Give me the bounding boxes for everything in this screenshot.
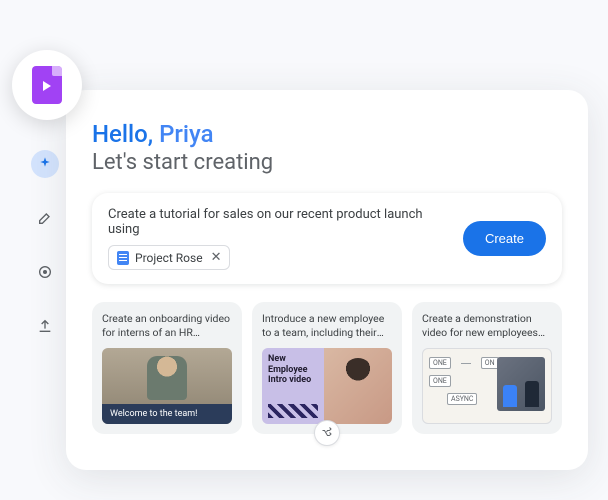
sidebar-item-spark[interactable] bbox=[31, 150, 59, 178]
sidebar bbox=[30, 150, 60, 340]
upload-icon bbox=[37, 318, 53, 334]
spark-icon bbox=[37, 156, 53, 172]
edit-icon bbox=[37, 210, 53, 226]
record-icon bbox=[37, 264, 53, 280]
attachment-chip[interactable]: Project Rose ✕ bbox=[108, 245, 230, 270]
app-logo bbox=[12, 50, 82, 120]
suggestion-card[interactable]: Create a demonstration video for new emp… bbox=[412, 302, 562, 434]
prompt-card: Create a tutorial for sales on our recen… bbox=[92, 193, 562, 284]
prompt-text[interactable]: Create a tutorial for sales on our recen… bbox=[108, 207, 451, 237]
suggestion-title: Introduce a new employee to a team, incl… bbox=[262, 312, 392, 340]
shuffle-button[interactable] bbox=[314, 420, 340, 446]
suggestion-card[interactable]: Introduce a new employee to a team, incl… bbox=[252, 302, 402, 434]
main-window: Hello, Priya Let's start creating Create… bbox=[66, 90, 588, 470]
greeting: Hello, Priya bbox=[92, 120, 562, 148]
suggestion-thumbnail: New Employee Intro video bbox=[262, 348, 392, 424]
docs-icon bbox=[117, 251, 129, 265]
sidebar-item-edit[interactable] bbox=[31, 204, 59, 232]
suggestions-row: Create an onboarding video for interns o… bbox=[92, 302, 562, 434]
chip-label: Project Rose bbox=[135, 251, 203, 265]
create-button[interactable]: Create bbox=[463, 221, 546, 256]
thumbnail-banner: Welcome to the team! bbox=[102, 404, 232, 424]
greeting-hello: Hello, bbox=[92, 120, 153, 148]
sidebar-item-record[interactable] bbox=[31, 258, 59, 286]
shuffle-icon bbox=[321, 427, 333, 439]
suggestion-thumbnail: ONEON ONE ASYNC bbox=[422, 348, 552, 424]
sidebar-item-upload[interactable] bbox=[31, 312, 59, 340]
close-icon[interactable]: ✕ bbox=[211, 250, 222, 265]
greeting-name: Priya bbox=[159, 120, 213, 148]
suggestion-title: Create an onboarding video for interns o… bbox=[102, 312, 232, 340]
greeting-subtitle: Let's start creating bbox=[92, 150, 562, 175]
suggestion-thumbnail: Welcome to the team! bbox=[102, 348, 232, 424]
suggestion-card[interactable]: Create an onboarding video for interns o… bbox=[92, 302, 242, 434]
thumbnail-text: New Employee Intro video bbox=[268, 354, 318, 385]
suggestion-title: Create a demonstration video for new emp… bbox=[422, 312, 552, 340]
